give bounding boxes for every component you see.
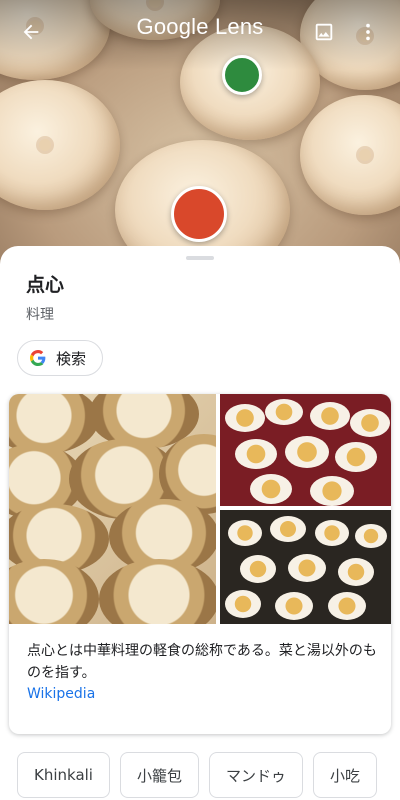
knowledge-card[interactable]: 点心とは中華料理の軽食の総称である。菜と湯以外のものを指す。 Wikipedia: [9, 394, 391, 734]
food-plate: [270, 516, 306, 542]
food-plate: [240, 555, 276, 583]
dim-sum-table-image[interactable]: [220, 394, 391, 506]
food-plate: [315, 520, 349, 546]
results-sheet: 点心 料理 検索 点心とは中華料理の軽食の総称である。菜と湯以外のものを指す。 …: [0, 246, 400, 800]
food-plate: [288, 554, 326, 582]
dim-sum-spread-image[interactable]: [220, 510, 391, 624]
steamer-basket: [9, 559, 99, 624]
food-plate: [310, 402, 350, 430]
google-g-icon: [30, 350, 46, 366]
food-plate: [350, 409, 390, 437]
dim-sum-steamers-image[interactable]: [9, 394, 216, 624]
related-chips-row: Khinkali 小籠包 マンドゥ 小吃: [17, 752, 378, 798]
result-description: 点心とは中華料理の軽食の総称である。菜と湯以外のものを指す。: [27, 643, 377, 681]
drag-handle[interactable]: [186, 256, 214, 260]
food-plate: [335, 442, 377, 472]
food-plate: [310, 476, 354, 506]
gallery-button[interactable]: [306, 14, 342, 50]
food-plate: [285, 436, 329, 468]
search-chip-label: 検索: [56, 349, 87, 368]
image-icon: [315, 23, 333, 41]
result-title: 点心: [26, 274, 65, 296]
food-plate: [225, 590, 261, 618]
search-chip[interactable]: 検索: [17, 340, 104, 376]
food-plate: [225, 404, 265, 432]
wikipedia-link[interactable]: Wikipedia: [27, 686, 95, 702]
dumpling-image: [0, 80, 120, 210]
related-chip[interactable]: マンドゥ: [208, 752, 303, 798]
related-chip[interactable]: Khinkali: [17, 752, 110, 798]
dumpling-image: [300, 95, 400, 215]
food-plate: [338, 558, 374, 586]
food-plate: [275, 592, 313, 620]
more-vert-icon: [366, 23, 370, 41]
related-chip[interactable]: 小籠包: [119, 752, 199, 798]
food-plate: [328, 592, 366, 620]
related-chip[interactable]: 小吃: [313, 752, 378, 798]
top-bar: Google Lens: [0, 0, 400, 62]
detection-dot-red[interactable]: [171, 186, 227, 242]
result-category: 料理: [26, 307, 54, 323]
more-options-button[interactable]: [350, 14, 386, 50]
food-plate: [228, 520, 262, 546]
food-plate: [265, 399, 303, 425]
steamer-basket: [99, 559, 216, 624]
food-plate: [250, 474, 292, 504]
food-plate: [235, 439, 277, 469]
food-plate: [355, 524, 387, 548]
